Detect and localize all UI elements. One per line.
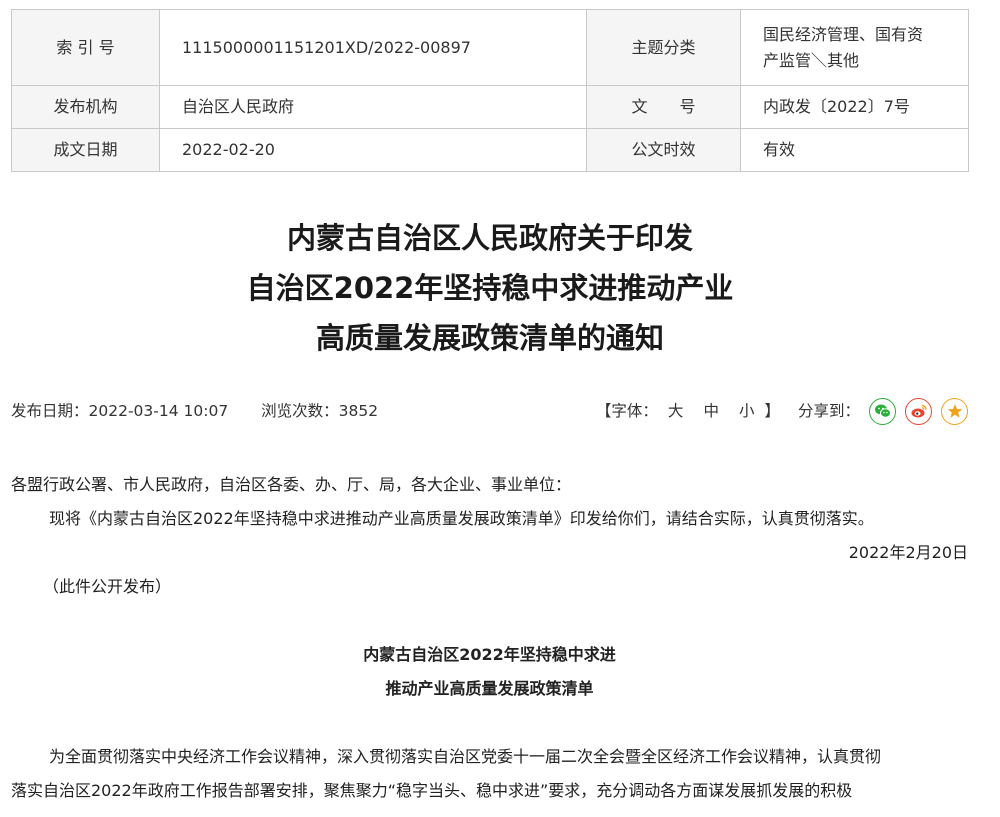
font-size-prefix: 【字体： (595, 402, 658, 420)
publication-note: （此件公开发布） (43, 577, 172, 596)
body-paragraph-2-line-1: 为全面贯彻落实中央经济工作会议精神，深入贯彻落实自治区党委十一届二次全会暨全区经… (49, 747, 882, 766)
date-label: 成文日期 (11, 128, 160, 172)
index-label: 索 引 号 (11, 9, 160, 86)
wechat-icon (874, 404, 891, 418)
page-title: 内蒙古自治区人民政府关于印发 自治区2022年坚持稳中求进推动产业 高质量发展政… (0, 213, 980, 363)
docno-value: 内政发〔2022〕7号 (740, 85, 969, 129)
favorite-share-button[interactable] (941, 397, 968, 425)
font-medium-button[interactable]: 中 (703, 402, 719, 420)
info-left: 发布日期：2022-03-14 10:07 浏览次数：3852 (11, 396, 406, 426)
meta-row-date: 成文日期 2022-02-20 公文时效 有效 (11, 128, 969, 172)
body-paragraph-1: 现将《内蒙古自治区2022年坚持稳中求进推动产业高质量发展政策清单》印发给你们，… (49, 509, 874, 528)
document-meta-table: 索 引 号 1115000001151201XD/2022-00897 主题分类… (11, 9, 969, 172)
meta-row-index: 索 引 号 1115000001151201XD/2022-00897 主题分类… (11, 9, 969, 86)
view-count: 浏览次数：3852 (261, 402, 379, 420)
info-right: 【字体： 大 中 小】 分享到： (596, 396, 968, 426)
salutation: 各盟行政公署、市人民政府，自治区各委、办、厅、局，各大企业、事业单位： (11, 475, 572, 494)
body-paragraph-2-line-2: 落实自治区2022年政府工作报告部署安排，聚焦聚力“稳字当头、稳中求进”要求，充… (11, 781, 853, 800)
docno-label: 文 号 (586, 85, 741, 129)
title-line-1: 内蒙古自治区人民政府关于印发 (286, 221, 693, 255)
category-label: 主题分类 (586, 9, 741, 86)
font-large-button[interactable]: 大 (668, 402, 684, 420)
category-value-line2: 产监管＼其他 (763, 50, 860, 70)
document-body: 各盟行政公署、市人民政府，自治区各委、办、厅、局，各大企业、事业单位： 现将《内… (11, 468, 968, 808)
weibo-icon (911, 404, 927, 418)
font-size-suffix: 】 (764, 402, 780, 420)
font-size-selector: 【字体： 大 中 小】 (596, 396, 780, 426)
star-icon (947, 404, 962, 418)
title-line-3: 高质量发展政策清单的通知 (315, 321, 664, 355)
sub-title-line-2: 推动产业高质量发展政策清单 (385, 679, 594, 698)
title-line-2: 自治区2022年坚持稳中求进推动产业 (246, 271, 734, 305)
weibo-share-button[interactable] (905, 397, 932, 425)
share-label: 分享到： (797, 402, 860, 420)
sub-title-line-1: 内蒙古自治区2022年坚持稳中求进 (363, 645, 616, 664)
issuer-value: 自治区人民政府 (159, 85, 587, 129)
issuer-label: 发布机构 (11, 85, 160, 129)
publish-date: 发布日期：2022-03-14 10:07 (11, 402, 229, 420)
index-value: 1115000001151201XD/2022-00897 (159, 9, 587, 86)
validity-label: 公文时效 (586, 128, 741, 172)
category-value-line1: 国民经济管理、国有资 (763, 24, 924, 44)
validity-value: 有效 (740, 128, 969, 172)
date-value: 2022-02-20 (159, 128, 587, 172)
signature-date: 2022年2月20日 (848, 543, 968, 562)
category-value: 国民经济管理、国有资 产监管＼其他 (740, 9, 969, 86)
meta-row-issuer: 发布机构 自治区人民政府 文 号 内政发〔2022〕7号 (11, 85, 969, 129)
wechat-share-button[interactable] (869, 397, 896, 425)
font-small-button[interactable]: 小 (739, 402, 755, 420)
info-bar: 发布日期：2022-03-14 10:07 浏览次数：3852 【字体： 大 中 小】… (11, 396, 968, 426)
